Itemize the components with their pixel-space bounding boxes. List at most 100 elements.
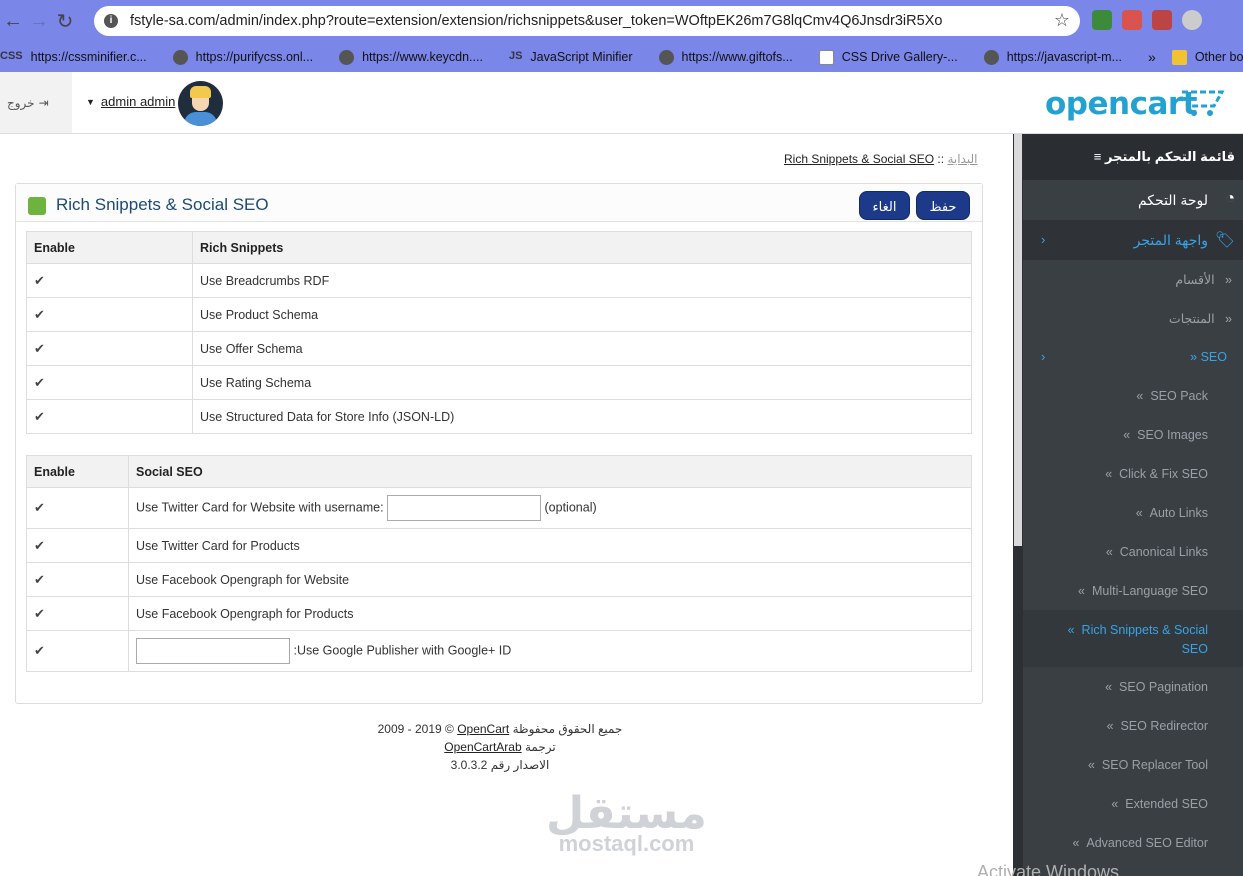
- bookmark-item[interactable]: https://www.giftofs...: [658, 49, 793, 65]
- globe-icon: [983, 49, 999, 65]
- tags-icon: 🏷: [1214, 232, 1235, 249]
- table-row: ✔ :Use Google Publisher with Google+ ID: [26, 630, 972, 672]
- table-row: ✔ Use Breadcrumbs RDF: [26, 263, 972, 298]
- sidebar-item-seo-images[interactable]: « SEO Images: [1023, 426, 1243, 446]
- sidebar-item-rich-snippets[interactable]: « Rich Snippets & Social SEO: [1023, 610, 1243, 667]
- table-row: ✔ Use Product Schema: [26, 297, 972, 332]
- bookmark-item[interactable]: https://www.keycdn....: [339, 49, 483, 65]
- folder-icon: [1171, 49, 1187, 65]
- save-button[interactable]: حفظ: [916, 191, 970, 220]
- sidebar-item-canonical-links[interactable]: « Canonical Links: [1023, 543, 1243, 563]
- bookmarks-more-button[interactable]: »: [1148, 49, 1156, 65]
- reload-icon[interactable]: ↻: [52, 9, 78, 34]
- logout-link[interactable]: خروج ⇥: [7, 96, 49, 110]
- js-icon: JS: [508, 49, 523, 62]
- globe-icon: [339, 49, 355, 65]
- sidebar-item-advanced-seo-editor[interactable]: « Advanced SEO Editor: [1023, 834, 1243, 854]
- globe-icon: [658, 49, 674, 65]
- dashboard-icon: ◔: [1225, 190, 1235, 207]
- sidebar-item-dashboard[interactable]: لوحة التحكم ◔: [1023, 180, 1243, 220]
- google-id-input[interactable]: [136, 638, 290, 664]
- sidebar-item-auto-links[interactable]: « Auto Links: [1023, 504, 1243, 524]
- user-menu[interactable]: ▼ admin admin: [86, 94, 175, 109]
- opencart-link[interactable]: OpenCart: [457, 722, 509, 736]
- table-row: ✔ Use Facebook Opengraph for Website: [26, 562, 972, 597]
- checkbox-checked-icon[interactable]: ✔: [34, 643, 45, 658]
- version-text: الاصدار رقم 3.0.3.2: [450, 758, 550, 772]
- col-enable: Enable: [26, 455, 129, 488]
- bookmark-item[interactable]: https://purifycss.onl...: [172, 49, 313, 65]
- checkbox-checked-icon[interactable]: ✔: [34, 375, 45, 390]
- sidebar-item-click-fix-seo[interactable]: « Click & Fix SEO: [1023, 465, 1243, 485]
- sidebar-item-seo-pagination[interactable]: « SEO Pagination: [1023, 678, 1243, 698]
- checkbox-checked-icon[interactable]: ✔: [34, 409, 45, 424]
- sidebar-item-seo-replacer-tool[interactable]: « SEO Replacer Tool: [1023, 756, 1243, 776]
- sidebar-item-seo[interactable]: › » SEO: [1023, 348, 1243, 368]
- checkbox-checked-icon[interactable]: ✔: [34, 606, 45, 621]
- checkbox-checked-icon[interactable]: ✔: [34, 538, 45, 553]
- col-enable: Enable: [26, 231, 193, 264]
- info-icon[interactable]: i: [104, 14, 118, 28]
- twitter-username-input[interactable]: [387, 495, 542, 521]
- page-icon: [818, 49, 834, 65]
- star-icon[interactable]: ☆: [1054, 10, 1070, 31]
- table-row: ✔ Use Rating Schema: [26, 365, 972, 400]
- sidebar-heading: ≡ قائمة التحكم بالمتجر: [1023, 134, 1243, 180]
- chevron-right-icon: ›: [1041, 349, 1046, 364]
- breadcrumb-home[interactable]: البداية: [947, 152, 977, 166]
- profile-icon[interactable]: [1182, 10, 1202, 30]
- sidebar-item-storefront[interactable]: › واجهة المتجر 🏷: [1023, 220, 1243, 260]
- opencartarab-link[interactable]: OpenCartArab: [444, 740, 521, 754]
- extension-alert-icon[interactable]: [1122, 10, 1142, 30]
- sidebar-item-categories[interactable]: الأقسام »: [1023, 270, 1243, 290]
- extension-bug-icon[interactable]: [1152, 10, 1172, 30]
- extension-globe-icon[interactable]: [1092, 10, 1112, 30]
- col-rich-snippets: Rich Snippets: [192, 231, 972, 264]
- forward-icon[interactable]: →: [26, 10, 52, 33]
- other-bookmarks[interactable]: Other bookmarks: [1171, 49, 1243, 65]
- opencart-logo[interactable]: opencart: [1045, 86, 1197, 122]
- activate-windows-watermark: Activate Windows: [977, 862, 1120, 876]
- sidebar-item-multi-language-seo[interactable]: « Multi-Language SEO: [1023, 582, 1243, 602]
- watermark: مستقل mostaql.com: [546, 788, 707, 856]
- address-bar[interactable]: i fstyle-sa.com/admin/index.php?route=ex…: [94, 6, 1080, 36]
- bookmark-item[interactable]: CSS Drive Gallery-...: [818, 49, 958, 65]
- table-row: ✔ Use Twitter Card for Website with user…: [26, 487, 972, 529]
- sidebar-item-extended-seo[interactable]: « Extended SEO: [1023, 795, 1243, 815]
- bookmarks-bar: CSS https://cssminifier.c... https://puri…: [0, 42, 1243, 72]
- table-row: ✔ Use Facebook Opengraph for Products: [26, 596, 972, 631]
- footer: جميع الحقوق محفوظة OpenCart 2009 - 2019 …: [300, 720, 700, 774]
- bookmark-item[interactable]: CSS https://cssminifier.c...: [0, 50, 147, 65]
- bookmark-item[interactable]: https://javascript-m...: [983, 49, 1122, 65]
- admin-header: خروج ⇥ ▼ admin admin opencart: [0, 72, 1243, 134]
- checkbox-checked-icon[interactable]: ✔: [34, 307, 45, 322]
- rich-snippets-table: Enable Rich Snippets ✔ Use Breadcrumbs R…: [26, 231, 972, 434]
- css-icon: CSS: [0, 49, 23, 62]
- cart-logo-icon: [1182, 90, 1225, 116]
- checkbox-checked-icon[interactable]: ✔: [34, 273, 45, 288]
- puzzle-icon: [28, 197, 46, 215]
- breadcrumb-current[interactable]: Rich Snippets & Social SEO: [784, 152, 934, 166]
- sidebar-item-seo-redirector[interactable]: « SEO Redirector: [1023, 717, 1243, 737]
- sidebar-item-seo-pack[interactable]: « SEO Pack: [1023, 387, 1243, 407]
- table-row: ✔ Use Offer Schema: [26, 331, 972, 366]
- checkbox-checked-icon[interactable]: ✔: [34, 341, 45, 356]
- url-text: fstyle-sa.com/admin/index.php?route=exte…: [130, 13, 943, 29]
- sign-out-icon: ⇥: [38, 96, 49, 110]
- social-seo-table: Enable Social SEO ✔ Use Twitter Card for…: [26, 455, 972, 672]
- checkbox-checked-icon[interactable]: ✔: [34, 500, 45, 515]
- caret-down-icon: ▼: [86, 96, 95, 107]
- avatar[interactable]: [178, 81, 223, 126]
- bookmark-item[interactable]: JS JavaScript Minifier: [509, 50, 633, 65]
- scrollbar-thumb[interactable]: [1014, 134, 1022, 546]
- sidebar-item-products[interactable]: المنتجات »: [1023, 309, 1243, 329]
- panel-title: Rich Snippets & Social SEO: [56, 195, 269, 214]
- browser-toolbar: ← → ↻ i fstyle-sa.com/admin/index.php?ro…: [0, 0, 1243, 42]
- checkbox-checked-icon[interactable]: ✔: [34, 572, 45, 587]
- globe-icon: [172, 49, 188, 65]
- back-icon[interactable]: ←: [0, 10, 26, 33]
- chevron-right-icon: ›: [1041, 232, 1046, 247]
- logout-area: خروج ⇥: [0, 72, 72, 133]
- table-row: ✔ Use Twitter Card for Products: [26, 528, 972, 563]
- cancel-button[interactable]: الغاء: [859, 191, 910, 220]
